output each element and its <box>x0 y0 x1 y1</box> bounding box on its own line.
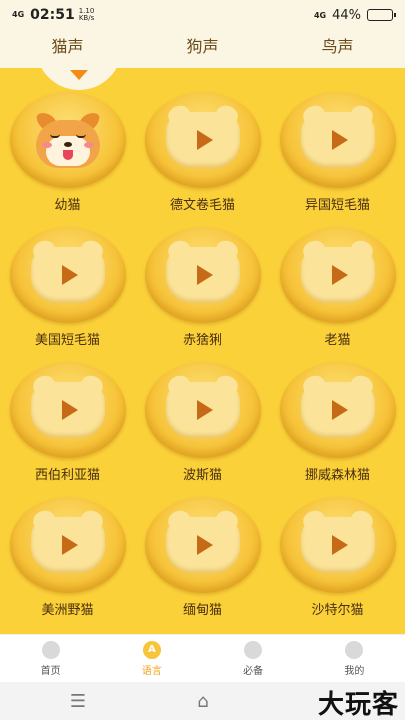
nav-mine[interactable]: 我的 <box>304 635 405 682</box>
sound-disc <box>144 497 261 593</box>
network-indicator: 4G <box>12 10 25 19</box>
play-icon <box>331 130 348 150</box>
cat-head-icon <box>165 247 240 303</box>
sound-item-label: 美洲野猫 <box>41 603 94 618</box>
essentials-icon <box>244 640 263 659</box>
profile-icon <box>345 640 364 659</box>
sound-disc <box>9 362 126 458</box>
network-speed: 1.10 KB/s <box>79 8 95 22</box>
cat-head-icon <box>300 112 375 168</box>
bottom-nav: 首页 A 语言 必备 我的 <box>0 634 405 682</box>
nav-language-label: 语言 <box>141 665 162 677</box>
cat-head-icon <box>300 247 375 303</box>
cat-head-icon <box>165 517 240 573</box>
sound-disc <box>9 497 126 593</box>
play-icon <box>331 265 348 285</box>
sound-item-label: 老猫 <box>324 333 351 348</box>
sound-item-burmese[interactable]: 缅甸猫 <box>135 497 270 632</box>
clock: 02:51 <box>30 7 75 23</box>
cat-head-icon <box>300 382 375 438</box>
sound-item-label: 赤猞猁 <box>182 333 222 348</box>
play-icon <box>331 535 348 555</box>
sound-item-red-lynx[interactable]: 赤猞猁 <box>135 227 270 362</box>
sound-disc <box>279 227 396 323</box>
sound-item-american-wildcat[interactable]: 美洲野猫 <box>0 497 135 632</box>
play-icon <box>196 265 213 285</box>
play-icon <box>196 400 213 420</box>
watermark-logo: 大玩客 <box>317 690 399 720</box>
sound-item-label: 西伯利亚猫 <box>34 468 100 483</box>
cat-head-icon <box>30 517 105 573</box>
menu-icon[interactable]: ☰ <box>38 691 118 712</box>
sound-disc <box>144 227 261 323</box>
nav-mine-label: 我的 <box>344 665 365 677</box>
sound-item-devon-rex[interactable]: 德文卷毛猫 <box>135 92 270 227</box>
cat-head-icon <box>165 382 240 438</box>
sound-disc <box>279 497 396 593</box>
sound-disc <box>9 227 126 323</box>
sound-grid: 幼猫 德文卷毛猫 异国短毛猫 美国短毛猫 赤猞猁 老猫 西伯利亚猫 波斯猫 挪威… <box>0 92 405 632</box>
home-icon <box>41 640 60 659</box>
sound-item-old-cat[interactable]: 老猫 <box>270 227 405 362</box>
category-tabs: 猫声 狗声 鸟声 <box>0 30 405 68</box>
play-icon <box>196 130 213 150</box>
tab-bird-sounds[interactable]: 鸟声 <box>270 30 405 68</box>
sound-grid-area: 幼猫 德文卷毛猫 异国短毛猫 美国短毛猫 赤猞猁 老猫 西伯利亚猫 波斯猫 挪威… <box>0 68 405 634</box>
nav-home-label: 首页 <box>40 665 61 677</box>
play-icon <box>61 400 78 420</box>
nav-home[interactable]: 首页 <box>0 635 101 682</box>
play-icon <box>331 400 348 420</box>
status-right: 4G 44% <box>313 7 396 23</box>
cat-head-icon <box>30 382 105 438</box>
nav-language[interactable]: A 语言 <box>101 635 202 682</box>
battery-icon <box>367 9 396 21</box>
shiba-face-icon <box>32 110 104 170</box>
sound-item-kitten[interactable]: 幼猫 <box>0 92 135 227</box>
sound-disc <box>144 362 261 458</box>
sound-disc <box>9 92 126 188</box>
tab-cat-sounds[interactable]: 猫声 <box>0 30 135 68</box>
home-button-icon[interactable]: ⌂ <box>163 691 243 712</box>
signal-icon: 4G <box>313 10 327 20</box>
sound-item-label: 波斯猫 <box>182 468 222 483</box>
status-bar: 4G 02:51 1.10 KB/s 4G 44% <box>0 0 405 30</box>
tab-dog-sounds[interactable]: 狗声 <box>135 30 270 68</box>
sound-item-label: 挪威森林猫 <box>304 468 370 483</box>
nav-essentials[interactable]: 必备 <box>203 635 304 682</box>
sound-item-siberian[interactable]: 西伯利亚猫 <box>0 362 135 497</box>
cat-head-icon <box>30 247 105 303</box>
network-speed-unit: KB/s <box>78 14 95 22</box>
sound-item-label: 德文卷毛猫 <box>169 198 235 213</box>
sound-item-label: 幼猫 <box>54 198 81 213</box>
sound-item-chartreux[interactable]: 沙特尔猫 <box>270 497 405 632</box>
play-icon <box>196 535 213 555</box>
active-tab-arrow-icon <box>70 70 88 80</box>
play-icon <box>61 265 78 285</box>
play-icon <box>61 535 78 555</box>
sound-item-label: 美国短毛猫 <box>34 333 100 348</box>
sound-item-american-shorthair[interactable]: 美国短毛猫 <box>0 227 135 362</box>
nav-essentials-label: 必备 <box>243 665 264 677</box>
sound-disc <box>279 92 396 188</box>
cat-head-icon <box>165 112 240 168</box>
sound-item-label: 异国短毛猫 <box>304 198 370 213</box>
battery-percent: 44% <box>332 7 361 23</box>
sound-disc <box>144 92 261 188</box>
sound-item-persian[interactable]: 波斯猫 <box>135 362 270 497</box>
language-icon: A <box>142 640 161 659</box>
sound-item-label: 沙特尔猫 <box>311 603 364 618</box>
sound-item-exotic-shorthair[interactable]: 异国短毛猫 <box>270 92 405 227</box>
sound-disc <box>279 362 396 458</box>
sound-item-label: 缅甸猫 <box>182 603 222 618</box>
sound-item-norwegian-forest[interactable]: 挪威森林猫 <box>270 362 405 497</box>
cat-head-icon <box>300 517 375 573</box>
